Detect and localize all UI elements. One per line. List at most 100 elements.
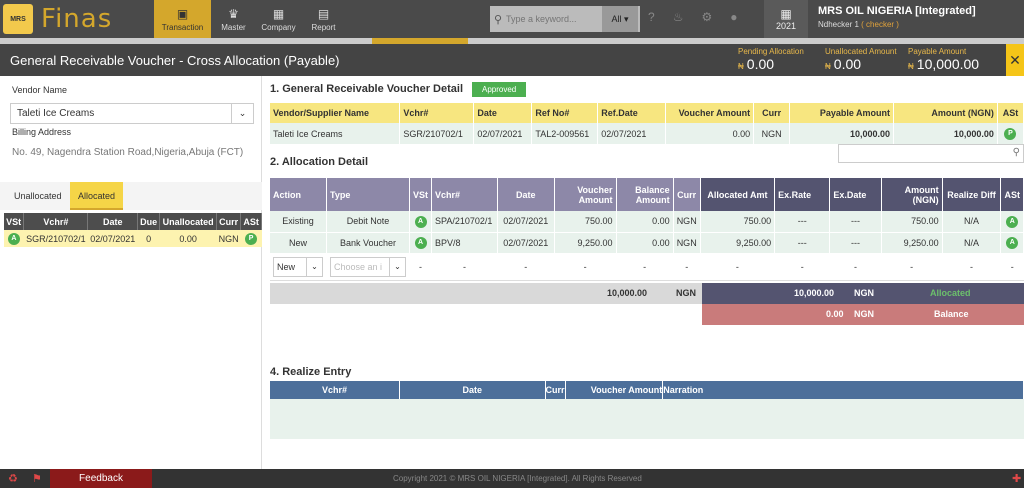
cell-balance: 0.00 [616, 232, 674, 254]
cell-empty: - [616, 253, 674, 281]
app-logo[interactable]: MRS Finas [3, 3, 133, 35]
col-narration: Narration [662, 381, 1024, 399]
cell-empty: - [1000, 253, 1024, 281]
cell-vendor: Taleti Ice Creams [270, 123, 401, 144]
action-select[interactable]: New ⌄ [273, 256, 323, 277]
unallocated-value-wrap: ₦ 0.00 [825, 56, 897, 72]
col-date: Date [473, 103, 533, 123]
col-curr[interactable]: Curr [216, 213, 242, 230]
payable-value: 10,000.00 [916, 56, 980, 72]
cell-exrate: --- [774, 211, 831, 233]
bookmark-icon[interactable]: ⚑ [32, 472, 42, 485]
balance-amount: 0.00 [826, 309, 844, 319]
col-amount: Amount (NGN) [893, 103, 998, 123]
nav-company[interactable]: ▦ Company [256, 0, 301, 38]
search-icon[interactable]: ⚲ [490, 13, 506, 26]
empty-row [270, 399, 1024, 439]
bell-icon[interactable]: ♨ [673, 10, 684, 24]
cell-vchr: SPA/210702/1 [431, 211, 498, 233]
ast-badge: A [1006, 237, 1019, 249]
table-row[interactable]: Existing Debit Note A SPA/210702/1 02/07… [270, 211, 1024, 233]
payable-amount: Payable Amount ₦ 10,000.00 [908, 47, 979, 72]
cell-empty: - [673, 253, 701, 281]
col-refdate: Ref.Date [597, 103, 667, 123]
allocated-label: Allocated [930, 288, 971, 298]
cell-date: 02/07/2021 [87, 230, 138, 247]
unallocated-amount: Unallocated Amount ₦ 0.00 [825, 47, 897, 72]
cell-due: 0 [137, 230, 160, 247]
table-row[interactable]: A SGR/210702/1 02/07/2021 0 0.00 NGN P [4, 230, 262, 247]
year-value: 2021 [775, 21, 797, 31]
cell-vchr: BPV/8 [431, 232, 498, 254]
search-filter-select[interactable]: All ▾ [602, 6, 638, 32]
col-date: Date [399, 381, 546, 399]
feedback-button[interactable]: Feedback [50, 469, 152, 488]
cell-empty: - [829, 253, 882, 281]
col-vst[interactable]: VSt [4, 213, 25, 230]
vendor-select[interactable]: Taleti Ice Creams ⌄ [10, 103, 254, 124]
allocation-search-input[interactable]: ⚲ [838, 144, 1024, 163]
cell-payable: 10,000.00 [789, 123, 895, 144]
global-search: ⚲ All ▾ [490, 6, 640, 32]
new-allocation-row: New ⌄ Choose an i ⌄ - - - - - - - - - - - … [270, 253, 1024, 281]
settings-icon[interactable]: ⚙ [701, 10, 712, 24]
recycle-icon[interactable]: ♻ [8, 472, 18, 485]
nav-report[interactable]: ▤ Report [301, 0, 346, 38]
type-placeholder: Choose an i [334, 261, 383, 272]
unallocated-value: 0.00 [833, 56, 862, 72]
col-date[interactable]: Date [87, 213, 139, 230]
cell-balance: 0.00 [616, 211, 674, 233]
realize-entry-table: Vchr# Date Curr Voucher Amount Narration [270, 381, 1024, 439]
cell-empty: - [700, 253, 776, 281]
vst-badge: A [414, 237, 427, 249]
col-curr: Curr [545, 381, 566, 399]
cell-exdate: --- [829, 211, 882, 233]
cell-realize: N/A [942, 232, 1002, 254]
fiscal-year[interactable]: ▦ 2021 [764, 0, 808, 38]
user-icon[interactable]: ● [730, 10, 737, 24]
col-curr: Curr [673, 178, 701, 211]
cell-empty: - [942, 253, 1002, 281]
col-vchr[interactable]: Vchr# [23, 213, 89, 230]
tab-allocated[interactable]: Allocated [70, 182, 124, 210]
balance-total-row: 0.00 NGN Balance [702, 304, 1024, 325]
user-role: ( checker ) [861, 20, 899, 29]
empty-cell [270, 399, 1024, 439]
currency-symbol: ₦ [908, 62, 914, 71]
cell-refdate: 02/07/2021 [597, 123, 667, 144]
nav-transaction[interactable]: ▣ Transaction [154, 0, 211, 38]
close-button[interactable]: ✕ [1006, 44, 1024, 76]
type-select[interactable]: Choose an i ⌄ [330, 256, 406, 277]
cell-empty: - [774, 253, 831, 281]
logo-text: Finas [41, 4, 113, 34]
search-input[interactable] [506, 14, 602, 24]
left-pane: Vendor Name Taleti Ice Creams ⌄ Billing … [0, 76, 262, 469]
col-ast[interactable]: ASt [240, 213, 262, 230]
col-unallocated[interactable]: Unallocated [159, 213, 217, 230]
expand-icon[interactable]: ✚ [1012, 472, 1021, 485]
section-1-title: 1. General Receivable Voucher Detail [270, 83, 463, 95]
section-2-title: 2. Allocation Detail [270, 156, 369, 168]
col-due[interactable]: Due [137, 213, 161, 230]
company-name: MRS OIL NIGERIA [Integrated] [818, 5, 976, 17]
page-title: General Receivable Voucher - Cross Alloc… [10, 53, 340, 68]
balance-curr: NGN [854, 309, 874, 319]
allocated-amount: 10,000.00 [794, 288, 835, 298]
help-icon[interactable]: ? [648, 10, 655, 24]
col-vendor: Vendor/Supplier Name [270, 103, 401, 123]
user-info: Ndhecker 1 ( checker ) [818, 20, 976, 29]
close-icon: ✕ [1009, 51, 1021, 68]
col-payable: Payable Amount [789, 103, 895, 123]
currency-symbol: ₦ [825, 62, 831, 71]
cell-empty: - [431, 253, 498, 281]
tab-unallocated[interactable]: Unallocated [6, 182, 70, 210]
main-nav: ▣ Transaction ♛ Master ▦ Company ▤ Repor… [154, 0, 346, 38]
nav-master[interactable]: ♛ Master [211, 0, 256, 38]
allocated-curr: NGN [854, 288, 874, 298]
cell-empty: - [881, 253, 943, 281]
copyright: Copyright 2021 © MRS OIL NIGERIA [Integr… [393, 474, 642, 483]
table-row[interactable]: New Bank Voucher A BPV/8 02/07/2021 9,25… [270, 232, 1024, 254]
vendor-name-label: Vendor Name [12, 85, 68, 95]
voucher-detail-table: Vendor/Supplier Name Vchr# Date Ref No# … [270, 103, 1024, 144]
col-ref: Ref No# [531, 103, 599, 123]
